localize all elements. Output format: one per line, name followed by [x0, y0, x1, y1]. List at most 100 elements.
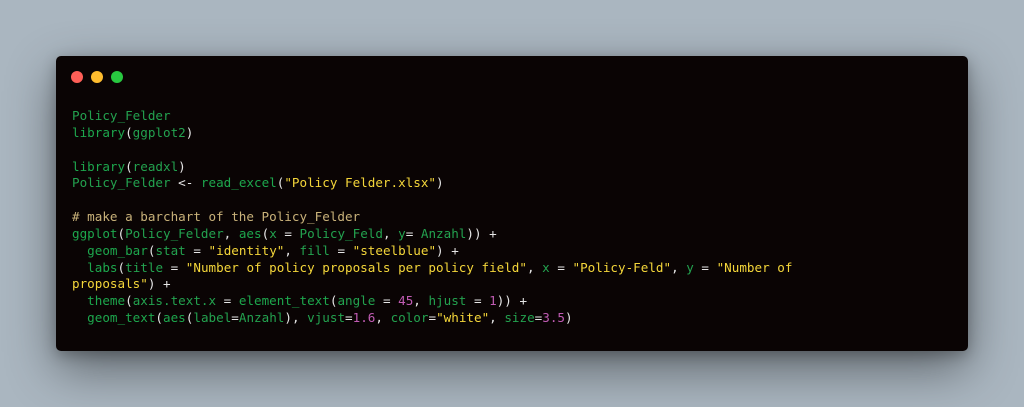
token: =: [276, 225, 300, 241]
token: aes: [163, 310, 186, 326]
token: ,: [284, 242, 300, 258]
zoom-button[interactable]: [111, 71, 123, 83]
token: "Policy Felder.xlsx": [284, 175, 436, 191]
code-window: Policy_Felder library(ggplot2) library(rea…: [56, 56, 968, 351]
code-line-5: Policy_Felder <- read_excel("Policy Feld…: [72, 175, 792, 192]
token: )) +: [496, 293, 528, 309]
token: "identity": [208, 242, 285, 258]
token: =: [466, 293, 490, 309]
token: y: [686, 259, 694, 275]
token: =: [216, 293, 239, 309]
token: Anzahl: [420, 225, 467, 241]
token: =: [405, 225, 421, 241]
token: =: [428, 310, 437, 326]
token: ,: [223, 225, 239, 241]
token: Policy_Felder: [125, 225, 224, 241]
token: "Number of: [716, 259, 793, 275]
token: ): [436, 175, 444, 191]
code-line-8: ggplot(Policy_Felder, aes(x = Policy_Fel…: [72, 226, 792, 243]
code-line-10: labs(title = "Number of policy proposals…: [72, 260, 792, 277]
code-comment: # make a barchart of the Policy_Felder: [72, 209, 361, 225]
token: fill: [299, 242, 330, 258]
token: 45: [398, 293, 414, 309]
token: "steelblue": [352, 242, 437, 258]
token: geom_text: [87, 310, 156, 326]
token: =: [329, 242, 353, 258]
token: Policy_Feld: [299, 225, 383, 241]
token: =: [375, 293, 399, 309]
token: x: [269, 225, 277, 241]
token: 1.6: [352, 310, 376, 326]
token: ,: [526, 259, 543, 275]
code-block: Policy_Felder library(ggplot2) library(rea…: [72, 108, 792, 327]
token: "white": [436, 310, 490, 326]
token: ,: [375, 310, 391, 326]
token: axis.text.x: [132, 293, 217, 309]
token: (: [117, 225, 126, 241]
code-line-1: Policy_Felder: [72, 108, 792, 125]
token: 1: [489, 293, 497, 309]
code-line-13: geom_text(aes(label=Anzahl), vjust=1.6, …: [72, 310, 792, 327]
token: ) +: [436, 242, 459, 258]
token: (: [125, 293, 133, 309]
token: labs: [87, 259, 118, 275]
token: ,: [489, 310, 505, 326]
token: element_text: [238, 293, 330, 309]
token: read_excel: [200, 175, 277, 191]
token: (: [117, 259, 126, 275]
token: "Number of policy proposals per policy f…: [185, 259, 527, 275]
code-line-12: theme(axis.text.x = element_text(angle =…: [72, 293, 792, 310]
token: y: [398, 225, 406, 241]
token: color: [390, 310, 429, 326]
token: x: [542, 259, 550, 275]
token: label: [193, 310, 232, 326]
token: =: [693, 259, 717, 275]
token: size: [504, 310, 535, 326]
window-controls: [71, 71, 123, 83]
token: ) +: [147, 276, 171, 292]
token: ): [565, 310, 573, 326]
token: ,: [413, 293, 429, 309]
token: (: [125, 158, 133, 174]
code-line-11: proposals") +: [72, 276, 792, 293]
token: angle: [337, 293, 376, 309]
minimize-button[interactable]: [91, 71, 103, 83]
token: readxl: [132, 158, 179, 174]
token: aes: [238, 225, 262, 241]
code-line-4: library(readxl): [72, 159, 792, 176]
token: <-: [170, 175, 201, 191]
token: Policy_Felder: [72, 108, 171, 123]
token: =: [163, 259, 186, 275]
code-line-2: library(ggplot2): [72, 125, 792, 142]
token: library: [72, 124, 126, 140]
code-line-9: geom_bar(stat = "identity", fill = "stee…: [72, 243, 792, 260]
token: proposals": [72, 276, 148, 292]
token: =: [185, 242, 209, 258]
token: =: [549, 259, 573, 275]
token: ,: [671, 259, 687, 275]
token: )) +: [466, 225, 497, 241]
token: library: [72, 158, 126, 174]
code-line-7: # make a barchart of the Policy_Felder: [72, 209, 792, 226]
token: theme: [87, 293, 126, 309]
token: geom_bar: [87, 242, 148, 258]
token: hjust: [428, 293, 467, 309]
token: ),: [284, 310, 308, 326]
token: Policy_Felder: [72, 175, 171, 191]
token: =: [231, 310, 239, 326]
token: "Policy-Feld": [572, 259, 672, 275]
token: title: [125, 259, 164, 275]
token: (: [125, 124, 133, 140]
close-button[interactable]: [71, 71, 83, 83]
token: stat: [155, 242, 186, 258]
token: vjust: [307, 310, 346, 326]
token: ggplot2: [132, 124, 186, 140]
token: ggplot: [72, 225, 118, 241]
token: 3.5: [542, 310, 566, 326]
token: ): [185, 124, 194, 140]
